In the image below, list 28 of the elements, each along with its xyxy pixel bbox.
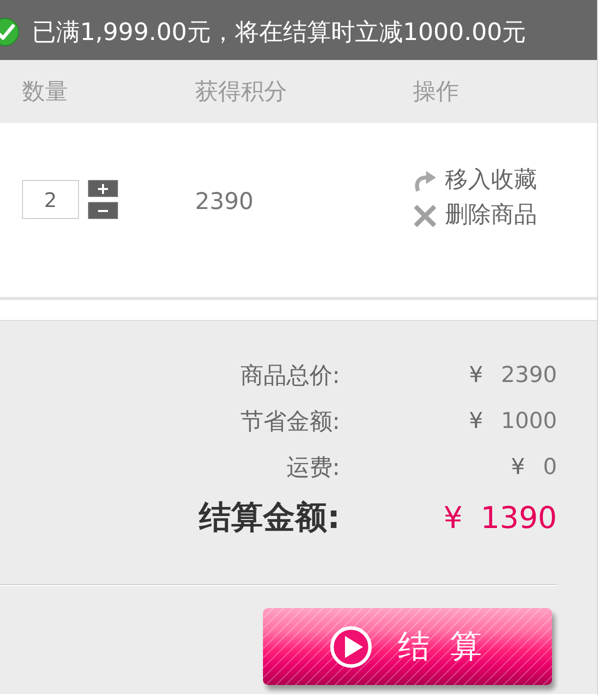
- currency-symbol: ¥: [511, 454, 525, 480]
- quantity-field[interactable]: 2: [22, 180, 79, 219]
- summary-label: 商品总价:: [240, 362, 340, 390]
- play-icon: [330, 626, 372, 668]
- increment-button[interactable]: [88, 180, 118, 197]
- summary-amount: 2390: [501, 362, 557, 388]
- column-header: 数量: [22, 78, 69, 107]
- decrement-button[interactable]: [88, 202, 118, 219]
- currency-symbol: ¥: [469, 362, 483, 388]
- currency-symbol: ¥: [444, 500, 463, 536]
- checkout-button[interactable]: 结算: [263, 608, 552, 685]
- move-to-favorites-link[interactable]: 移入收藏: [413, 163, 537, 198]
- points-value: 2390: [195, 188, 254, 217]
- summary-label: 运费:: [286, 454, 340, 482]
- summary-label: 节省金额:: [240, 408, 340, 436]
- total-amount: 1390: [480, 500, 557, 536]
- delete-item-link[interactable]: 删除商品: [413, 198, 537, 233]
- close-icon: [413, 204, 437, 226]
- summary-amount: 0: [543, 454, 557, 480]
- currency-symbol: ¥: [469, 408, 483, 434]
- column-header: 操作: [413, 78, 460, 107]
- promo-text: 已满1,999.00元，将在结算时立减1000.00元: [32, 17, 526, 47]
- total-label: 结算金额:: [199, 497, 340, 538]
- curved-arrow-icon: [413, 170, 437, 192]
- summary-amount: 1000: [501, 408, 557, 434]
- plus-icon: [98, 184, 108, 194]
- check-icon: [0, 17, 20, 47]
- column-header: 获得积分: [195, 78, 288, 107]
